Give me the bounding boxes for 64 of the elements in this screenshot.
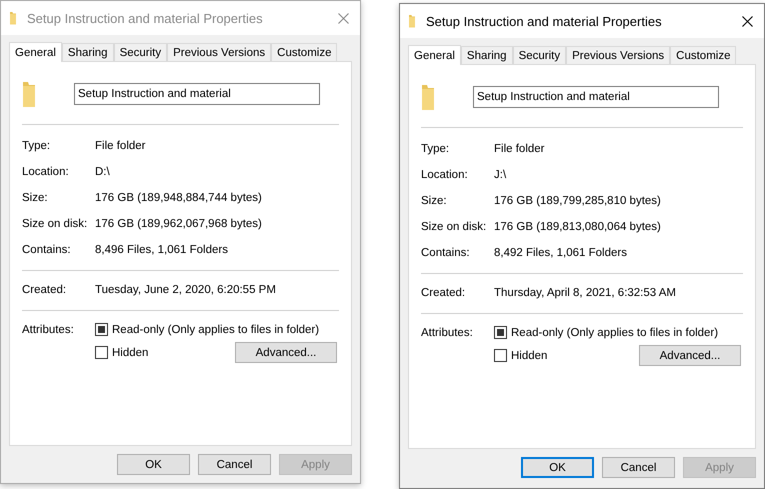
attribute-checkbox[interactable]: Read-only (Only applies to files in folder) — [494, 326, 743, 339]
property-value: 176 GB (189,799,285,810 bytes) — [494, 195, 661, 207]
folder-icon — [408, 14, 416, 28]
property-label: Contains: — [421, 247, 471, 259]
property-value: 8,492 Files, 1,061 Folders — [494, 247, 627, 259]
property-value: File folder — [95, 140, 146, 152]
property-label: Type: — [22, 140, 52, 152]
close-icon — [742, 16, 752, 26]
property-value: Thursday, April 8, 2021, 6:32:53 AM — [494, 287, 676, 299]
advanced-button[interactable]: Advanced... — [235, 342, 337, 363]
property-label: Size: — [22, 192, 49, 204]
property-value: 176 GB (189,813,080,064 bytes) — [494, 221, 661, 233]
property-value: 176 GB (189,962,067,968 bytes) — [95, 218, 262, 230]
property-label: Size: — [421, 195, 448, 207]
name-field[interactable]: Setup Instruction and material — [74, 83, 320, 105]
dialog-button[interactable]: Cancel — [198, 454, 271, 475]
checkbox-box[interactable] — [95, 323, 108, 336]
attribute-checkbox[interactable]: Hidden — [494, 349, 634, 362]
folder-icon — [421, 83, 435, 111]
advanced-button[interactable]: Advanced... — [639, 345, 741, 366]
attribute-checkbox[interactable]: Hidden — [95, 346, 235, 359]
property-value: 176 GB (189,948,884,744 bytes) — [95, 192, 262, 204]
checkbox-box[interactable] — [494, 326, 507, 339]
attribute-checkbox[interactable]: Read-only (Only applies to files in folder) — [95, 323, 339, 336]
checkbox-label: Hidden — [511, 350, 548, 362]
attributes-label: Attributes: — [22, 324, 75, 336]
property-label: Created: — [22, 284, 68, 296]
property-label: Created: — [421, 287, 466, 299]
tab[interactable]: Previous Versions — [167, 43, 272, 61]
folder-icon — [9, 11, 17, 25]
checkbox-label: Read-only (Only applies to files in folder) — [112, 324, 320, 336]
property-label: Location: — [22, 166, 70, 178]
close-icon — [338, 12, 348, 24]
property-label: Type: — [421, 143, 450, 155]
tab[interactable]: Customize — [271, 43, 338, 61]
property-value: Tuesday, June 2, 2020, 6:20:55 PM — [95, 284, 276, 296]
property-label: Size on disk: — [421, 221, 488, 233]
property-value: 8,496 Files, 1,061 Folders — [95, 244, 228, 256]
tab[interactable]: Customize — [670, 46, 736, 64]
dialog-button[interactable]: OK — [521, 457, 594, 478]
tab[interactable]: Sharing — [62, 43, 114, 61]
property-value: J:\ — [494, 169, 506, 181]
window-title: Setup Instruction and material Properties — [426, 14, 663, 28]
checkbox-label: Read-only (Only applies to files in folder) — [511, 326, 718, 338]
property-label: Location: — [421, 169, 469, 181]
tab[interactable]: General — [408, 45, 461, 65]
dialog-button[interactable]: OK — [117, 454, 190, 475]
tab[interactable]: Security — [114, 43, 168, 61]
tab[interactable]: General — [9, 42, 62, 62]
checkbox-box[interactable] — [95, 346, 108, 359]
property-label: Contains: — [22, 244, 72, 256]
attributes-label: Attributes: — [421, 326, 474, 338]
tab[interactable]: Sharing — [460, 46, 513, 64]
name-field[interactable]: Setup Instruction and material — [473, 86, 719, 108]
property-value: D:\ — [95, 166, 110, 178]
tab[interactable]: Previous Versions — [566, 46, 670, 64]
property-label: Size on disk: — [22, 218, 88, 230]
folder-icon — [22, 80, 36, 108]
checkbox-label: Hidden — [112, 346, 148, 358]
tab[interactable]: Security — [512, 46, 566, 64]
window-title: Setup Instruction and material Properties — [27, 10, 264, 26]
property-value: File folder — [494, 143, 544, 155]
checkbox-box[interactable] — [494, 349, 507, 362]
dialog-button[interactable]: Cancel — [602, 457, 675, 478]
